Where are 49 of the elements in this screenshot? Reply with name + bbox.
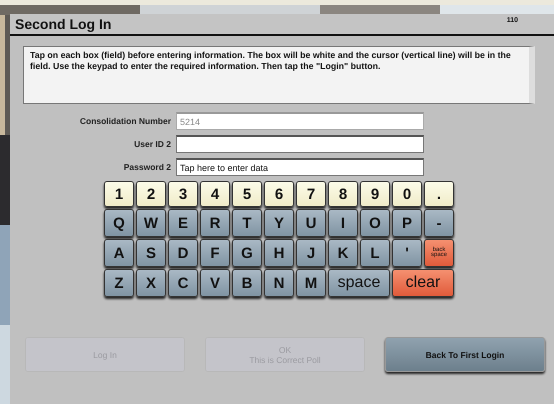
keypad-key[interactable]: Y <box>264 209 294 237</box>
keypad-key[interactable]: P <box>392 209 422 237</box>
keypad-key[interactable]: Q <box>104 209 134 237</box>
keypad-key[interactable]: I <box>328 209 358 237</box>
keypad-key[interactable]: G <box>232 239 262 267</box>
field-label: User ID 2 <box>133 139 172 149</box>
keypad-key[interactable]: E <box>168 209 198 237</box>
window-title: Second Log In <box>15 16 112 32</box>
keypad-key[interactable]: W <box>136 209 166 237</box>
keypad-key[interactable]: U <box>296 209 326 237</box>
keypad-key[interactable]: 1 <box>104 181 134 207</box>
field-label: Password 2 <box>122 162 172 172</box>
keypad-key[interactable]: space <box>328 269 390 297</box>
keypad-key[interactable]: F <box>200 239 230 267</box>
keypad-key[interactable]: clear <box>392 269 454 297</box>
instructions-text: Tap on each box (field) before entering information. The box will be white and the cursor (vertical line) will be in the field. Use the keypad to enter the required information. Then tap the "Login" button. <box>30 50 512 72</box>
keypad-key[interactable]: R <box>200 209 230 237</box>
keypad-key[interactable]: - <box>424 209 454 237</box>
keypad-key[interactable]: ' <box>392 239 422 267</box>
keypad-key[interactable]: Z <box>104 269 134 297</box>
keypad-key[interactable]: H <box>264 239 294 267</box>
keypad-key[interactable]: T <box>232 209 262 237</box>
keypad-key[interactable]: B <box>232 269 262 297</box>
keypad-key[interactable]: 7 <box>296 181 326 207</box>
keypad-key[interactable]: 3 <box>168 181 198 207</box>
keypad-key[interactable]: A <box>104 239 134 267</box>
keypad-key[interactable]: C <box>168 269 198 297</box>
action-button[interactable]: Back To First Login <box>385 337 545 372</box>
keypad-key[interactable]: O <box>360 209 390 237</box>
keypad-key[interactable]: 0 <box>392 181 422 207</box>
field-label: Consolidation Number <box>78 116 172 126</box>
keypad-key[interactable]: 5 <box>232 181 262 207</box>
keypad-key[interactable]: S <box>136 239 166 267</box>
keypad-key[interactable]: M <box>296 269 326 297</box>
keypad-key[interactable]: D <box>168 239 198 267</box>
input-field[interactable]: Tap here to enter data <box>176 158 424 176</box>
keypad-key[interactable]: 4 <box>200 181 230 207</box>
input-field[interactable] <box>176 135 424 153</box>
keypad-key[interactable]: N <box>264 269 294 297</box>
keypad-key[interactable]: 2 <box>136 181 166 207</box>
keypad-key[interactable]: 9 <box>360 181 390 207</box>
keypad-key[interactable]: V <box>200 269 230 297</box>
keypad-key[interactable]: X <box>136 269 166 297</box>
keypad-key[interactable]: J <box>296 239 326 267</box>
keypad-key[interactable]: 6 <box>264 181 294 207</box>
keypad-key[interactable]: K <box>328 239 358 267</box>
keypad-key[interactable]: L <box>360 239 390 267</box>
keypad-key[interactable]: . <box>424 181 454 207</box>
keypad-key[interactable]: 8 <box>328 181 358 207</box>
